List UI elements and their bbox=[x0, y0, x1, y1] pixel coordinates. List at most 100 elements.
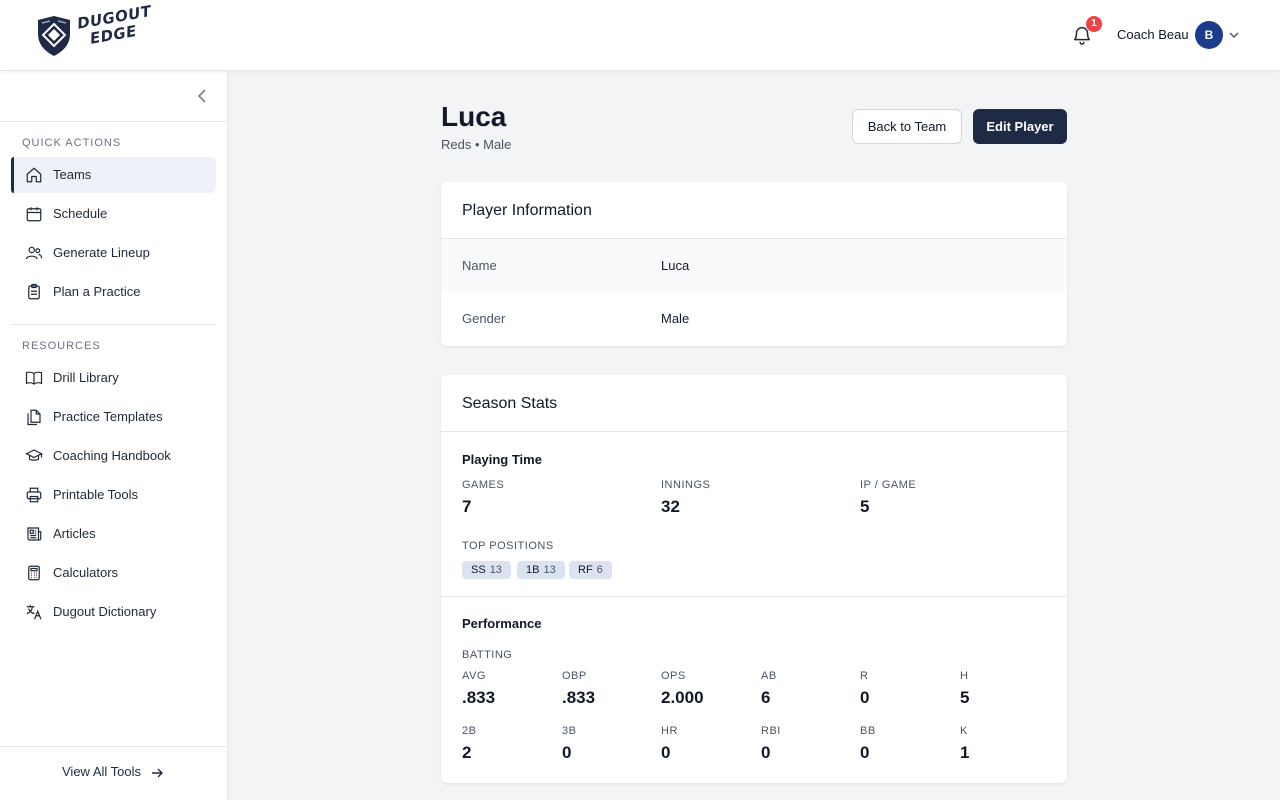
sidebar-item-label: Printable Tools bbox=[53, 487, 139, 502]
stat-label: IP / GAME bbox=[860, 479, 917, 491]
stat-label: BB bbox=[860, 725, 876, 737]
info-value: Luca bbox=[661, 258, 690, 273]
info-value: Male bbox=[661, 311, 690, 326]
users-icon bbox=[25, 246, 43, 260]
stat-value: 2.000 bbox=[661, 688, 704, 707]
sidebar-item-label: Drill Library bbox=[53, 370, 119, 385]
sidebar-item-plan-practice[interactable]: Plan a Practice bbox=[11, 274, 216, 310]
sidebar-item-drill-library[interactable]: Drill Library bbox=[11, 360, 216, 396]
stat-label: OBP bbox=[562, 670, 587, 682]
sidebar-item-calculators[interactable]: Calculators bbox=[11, 555, 216, 591]
performance-title: Performance bbox=[462, 616, 542, 631]
sidebar-item-schedule[interactable]: Schedule bbox=[11, 196, 216, 232]
player-subtitle: Reds • Male bbox=[441, 137, 512, 152]
stat-value: 1 bbox=[960, 743, 970, 762]
sidebar-divider bbox=[0, 121, 227, 122]
top-positions-label: TOP POSITIONS bbox=[462, 540, 554, 552]
stat-label: AVG bbox=[462, 670, 486, 682]
card-header: Season Stats bbox=[441, 375, 1067, 432]
sidebar-item-label: Plan a Practice bbox=[53, 284, 141, 299]
printer-icon bbox=[26, 487, 42, 503]
view-all-tools-link[interactable]: View All Tools bbox=[62, 764, 141, 779]
stat-value: .833 bbox=[562, 688, 596, 707]
batting-label: BATTING bbox=[462, 649, 513, 661]
playing-time-title: Playing Time bbox=[462, 452, 542, 467]
sidebar-divider bbox=[0, 746, 227, 747]
calculator-icon bbox=[28, 565, 40, 581]
info-label: Name bbox=[462, 258, 497, 273]
sidebar-item-teams[interactable]: Teams bbox=[11, 157, 216, 193]
sidebar-item-articles[interactable]: Articles bbox=[11, 516, 216, 552]
sidebar-item-label: Dugout Dictionary bbox=[53, 604, 157, 619]
sidebar-item-coaching-handbook[interactable]: Coaching Handbook bbox=[11, 438, 216, 474]
avatar[interactable]: B bbox=[1195, 21, 1223, 49]
stat-label: AB bbox=[761, 670, 777, 682]
section-divider bbox=[441, 596, 1067, 597]
book-open-icon bbox=[25, 371, 43, 385]
sidebar-item-printable-tools[interactable]: Printable Tools bbox=[11, 477, 216, 513]
stat-value: 7 bbox=[462, 497, 472, 516]
sidebar-item-dugout-dictionary[interactable]: Dugout Dictionary bbox=[11, 594, 216, 630]
player-information-card: Player Information Name Luca Gender Male bbox=[441, 182, 1067, 346]
stat-label: 3B bbox=[562, 725, 577, 737]
documents-icon bbox=[27, 409, 41, 426]
stat-value: 5 bbox=[860, 497, 870, 516]
info-row-gender: Gender Male bbox=[441, 292, 1067, 345]
notification-badge: 1 bbox=[1086, 16, 1102, 32]
quick-actions-label: QUICK ACTIONS bbox=[22, 137, 122, 149]
info-label: Gender bbox=[462, 311, 506, 326]
card-header: Player Information bbox=[441, 182, 1067, 239]
sidebar-item-label: Articles bbox=[53, 526, 96, 541]
collapse-sidebar-icon[interactable] bbox=[194, 87, 210, 105]
stat-value: 0 bbox=[661, 743, 671, 762]
card-title: Season Stats bbox=[462, 395, 558, 412]
sidebar-item-label: Schedule bbox=[53, 206, 108, 221]
stat-label: H bbox=[960, 670, 969, 682]
graduation-cap-icon bbox=[25, 449, 43, 461]
edit-player-button[interactable]: Edit Player bbox=[973, 109, 1067, 144]
stat-label: HR bbox=[661, 725, 678, 737]
season-stats-card: Season Stats Playing Time GAMES 7 INNING… bbox=[441, 375, 1067, 783]
info-row-name: Name Luca bbox=[441, 239, 1067, 292]
sidebar-item-label: Calculators bbox=[53, 565, 119, 580]
stat-label: K bbox=[960, 725, 968, 737]
diamond-shield-icon bbox=[38, 16, 70, 56]
back-to-team-button[interactable]: Back to Team bbox=[852, 109, 962, 144]
card-title: Player Information bbox=[462, 202, 592, 219]
chevron-down-icon[interactable] bbox=[1228, 29, 1240, 41]
user-name[interactable]: Coach Beau bbox=[1117, 26, 1189, 44]
position-badge: 1B 13 bbox=[517, 561, 565, 579]
newspaper-icon bbox=[27, 527, 42, 541]
stat-value: 6 bbox=[761, 688, 771, 707]
sidebar-item-generate-lineup[interactable]: Generate Lineup bbox=[11, 235, 216, 271]
stat-label: GAMES bbox=[462, 479, 505, 491]
translate-icon bbox=[26, 604, 42, 620]
sidebar-item-label: Generate Lineup bbox=[53, 245, 150, 260]
resources-label: RESOURCES bbox=[22, 340, 101, 352]
stat-label: R bbox=[860, 670, 869, 682]
sidebar: QUICK ACTIONS Teams Schedule Generate Li… bbox=[0, 71, 228, 800]
home-icon bbox=[26, 167, 42, 183]
logo-wordmark: DUGOUT EDGE bbox=[75, 1, 153, 48]
sidebar-item-practice-templates[interactable]: Practice Templates bbox=[11, 399, 216, 435]
top-header: DUGOUT EDGE 1 Coach Beau B bbox=[0, 0, 1280, 71]
position-badge: RF 6 bbox=[569, 561, 612, 579]
stat-value: 0 bbox=[860, 688, 870, 707]
position-badge: SS 13 bbox=[462, 561, 511, 579]
stat-value: 0 bbox=[761, 743, 771, 762]
stat-label: RBI bbox=[761, 725, 781, 737]
stat-value: 32 bbox=[661, 497, 680, 516]
stat-label: INNINGS bbox=[661, 479, 711, 491]
calendar-icon bbox=[26, 207, 42, 222]
clipboard-icon bbox=[28, 283, 40, 300]
stat-value: .833 bbox=[462, 688, 496, 707]
page-title: Luca bbox=[441, 101, 507, 132]
sidebar-divider bbox=[11, 324, 216, 325]
stat-label: 2B bbox=[462, 725, 477, 737]
arrow-right-icon[interactable] bbox=[150, 766, 164, 780]
stat-value: 2 bbox=[462, 743, 472, 762]
stat-value: 0 bbox=[562, 743, 572, 762]
dugout-edge-logo[interactable]: DUGOUT EDGE bbox=[36, 2, 153, 56]
sidebar-item-label: Teams bbox=[53, 167, 92, 182]
stat-value: 5 bbox=[960, 688, 970, 707]
